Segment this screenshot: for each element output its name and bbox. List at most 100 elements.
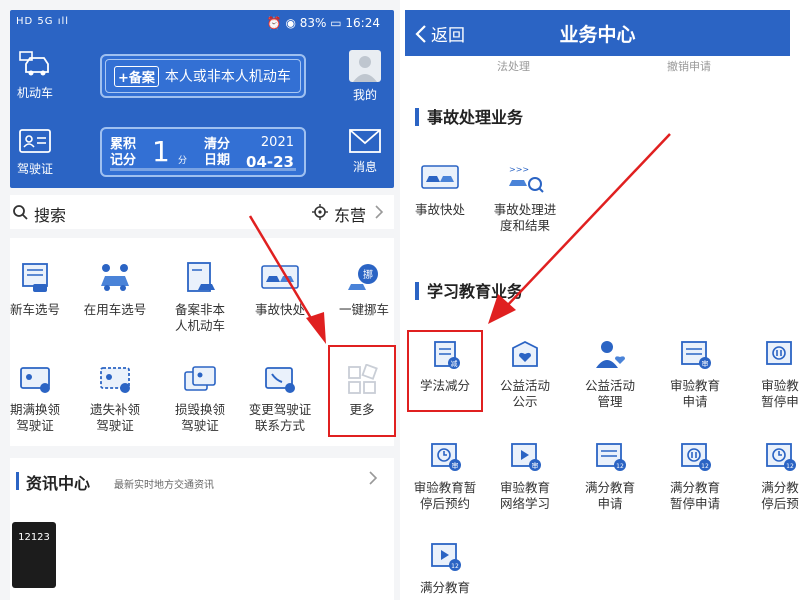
- section-accent-bar: [16, 472, 19, 490]
- expired-license-renew-service[interactable]: 期满换领 驾驶证: [0, 364, 75, 434]
- service-label: 申请: [597, 496, 623, 511]
- section-education: 学习教育业务: [415, 278, 523, 302]
- mine-button[interactable]: 我的: [340, 50, 390, 103]
- service-label: 审验教育: [499, 480, 550, 495]
- lost-license-replace-service[interactable]: 遗失补领 驾驶证: [75, 364, 155, 434]
- home-screen: HD 5G ıll ⏰ ◉ 83% ▭ 16:24 机动车 驾驶证 我的 消息 …: [0, 0, 400, 600]
- charity-publicity-service[interactable]: 公益活动 公示: [483, 338, 567, 410]
- service-label: 驾驶证: [181, 418, 219, 433]
- search-text: 搜索: [34, 206, 67, 225]
- section-title: 学习教育业务: [427, 282, 524, 301]
- license-button[interactable]: 驾驶证: [10, 128, 60, 177]
- change-contact-service[interactable]: 变更驾驶证 联系方式: [240, 364, 320, 434]
- contact-change-icon: [265, 367, 295, 393]
- service-label: 备案非本: [174, 302, 225, 317]
- search-bar[interactable]: 搜索 东营: [10, 195, 394, 229]
- score-unit: 分: [178, 156, 188, 166]
- video-twelve-icon: 12: [431, 543, 461, 571]
- service-grid: 新车选号 在用车选号 备案非本 人机动车 事故快处 挪 一键挪车 期满换领 驾驶…: [10, 238, 396, 446]
- news-list: 12123: [10, 504, 394, 600]
- service-label: 公益活动: [584, 378, 635, 393]
- review-education-pause-service[interactable]: 审验教 暂停申: [738, 338, 800, 410]
- move-car-icon: 挪: [348, 264, 378, 290]
- accident-progress-service[interactable]: >>> 事故处理进 度和结果: [483, 162, 567, 234]
- section-accent-bar: [415, 282, 419, 300]
- chevron-right-icon: [375, 205, 384, 219]
- service-label: 停后预约: [419, 496, 470, 511]
- title-bar: 返回 业务中心: [405, 10, 790, 56]
- clear-label-1: 清分: [204, 137, 231, 152]
- trial-badge: 审: [532, 461, 539, 470]
- charity-icon: [512, 340, 538, 367]
- damaged-license-exchange-service[interactable]: 损毁换领 驾驶证: [160, 364, 240, 434]
- service-label: 期满换领: [9, 402, 60, 417]
- service-label: 人机动车: [174, 318, 225, 333]
- service-label: 申请: [682, 394, 708, 409]
- register-text: 本人或非本人机动车: [164, 69, 291, 85]
- service-label: 驾驶证: [96, 418, 134, 433]
- message-button[interactable]: 消息: [340, 128, 390, 175]
- status-bar: HD 5G ıll ⏰ ◉ 83% ▭ 16:24: [10, 10, 394, 38]
- service-label: 在用车选号: [83, 302, 147, 317]
- service-label: 公示: [512, 394, 538, 409]
- service-label: 满分教: [761, 480, 799, 495]
- review-education-apply-service[interactable]: 审 审验教育 申请: [653, 338, 737, 410]
- service-label: 新车选号: [9, 302, 60, 317]
- full-score-education-online-service[interactable]: 12 满分教育: [405, 540, 487, 596]
- service-label: 联系方式: [254, 418, 305, 433]
- score-value: 1: [152, 135, 170, 168]
- id-card-icon: [19, 129, 51, 153]
- trial-badge: 审: [452, 461, 459, 470]
- full-score-education-appointment-service[interactable]: 12 满分教 停后预: [738, 440, 800, 512]
- license-exchange-icon: [184, 366, 216, 391]
- accident-quick-service[interactable]: 事故快处: [405, 162, 482, 218]
- service-label: 管理: [597, 394, 623, 409]
- register-other-vehicle-service[interactable]: 备案非本 人机动车: [160, 260, 240, 334]
- video-doc-icon: 审: [511, 443, 541, 471]
- new-car-number-service[interactable]: 新车选号: [0, 260, 75, 318]
- thumbnail-logo-text: 12123: [18, 532, 50, 543]
- service-label: 公益活动: [499, 378, 550, 393]
- city-selector[interactable]: 东营: [334, 202, 366, 226]
- register-tag: +备案: [114, 65, 159, 87]
- people-car-icon: [101, 264, 129, 291]
- page-title: 业务中心: [559, 24, 636, 46]
- person-heart-icon: [596, 341, 625, 368]
- license-replace-icon: [100, 367, 130, 393]
- service-label: 停后预: [761, 496, 799, 511]
- accident-quick-service[interactable]: 事故快处: [240, 260, 320, 318]
- home-header: HD 5G ıll ⏰ ◉ 83% ▭ 16:24 机动车 驾驶证 我的 消息 …: [10, 10, 394, 188]
- full-score-education-apply-service[interactable]: 12 满分教育 申请: [568, 440, 652, 512]
- section-title: 事故处理业务: [427, 108, 524, 127]
- move-badge: 挪: [363, 268, 373, 281]
- vehicle-label: 机动车: [16, 86, 53, 100]
- score-card[interactable]: 累积 记分 1 分 清分 日期 2021 04-23: [100, 127, 306, 177]
- pause-twelve-icon: 12: [681, 443, 711, 471]
- service-label: 事故快处: [414, 202, 465, 217]
- register-vehicle-card[interactable]: +备案 本人或非本人机动车: [100, 54, 306, 98]
- charity-management-service[interactable]: 公益活动 管理: [568, 338, 652, 410]
- document-car-icon: [187, 262, 215, 292]
- status-right: ⏰ ◉ 83% ▭ 16:24: [266, 16, 380, 30]
- news-header[interactable]: 资讯中心 最新实时地方交通资讯: [10, 458, 394, 504]
- service-label: 满分教育: [419, 580, 470, 595]
- full-score-education-pause-service[interactable]: 12 满分教育 暂停申请: [653, 440, 737, 512]
- review-education-online-service[interactable]: 审 审验教育 网络学习: [483, 440, 567, 512]
- service-label: 遗失补领: [89, 402, 140, 417]
- move-car-service[interactable]: 挪 一键挪车: [324, 260, 400, 318]
- twelve-badge: 12: [786, 463, 794, 470]
- doc-twelve-icon: 12: [596, 443, 626, 471]
- review-education-appointment-service[interactable]: 审 审验教育暂 停后预约: [405, 440, 487, 512]
- pause-doc-icon: [766, 341, 792, 365]
- service-label: 驾驶证: [16, 418, 54, 433]
- news-thumbnail[interactable]: 12123: [12, 522, 56, 588]
- service-label: 一键挪车: [338, 302, 389, 317]
- vehicle-button[interactable]: 机动车: [10, 50, 60, 101]
- service-label: 变更驾驶证: [248, 402, 312, 417]
- doc-review-icon: 审: [681, 341, 711, 369]
- used-car-number-service[interactable]: 在用车选号: [75, 260, 155, 318]
- svg-text:>>>: >>>: [509, 165, 529, 174]
- mine-label: 我的: [352, 88, 377, 102]
- avatar-icon: [349, 50, 381, 82]
- score-label-2: 记分: [110, 153, 137, 168]
